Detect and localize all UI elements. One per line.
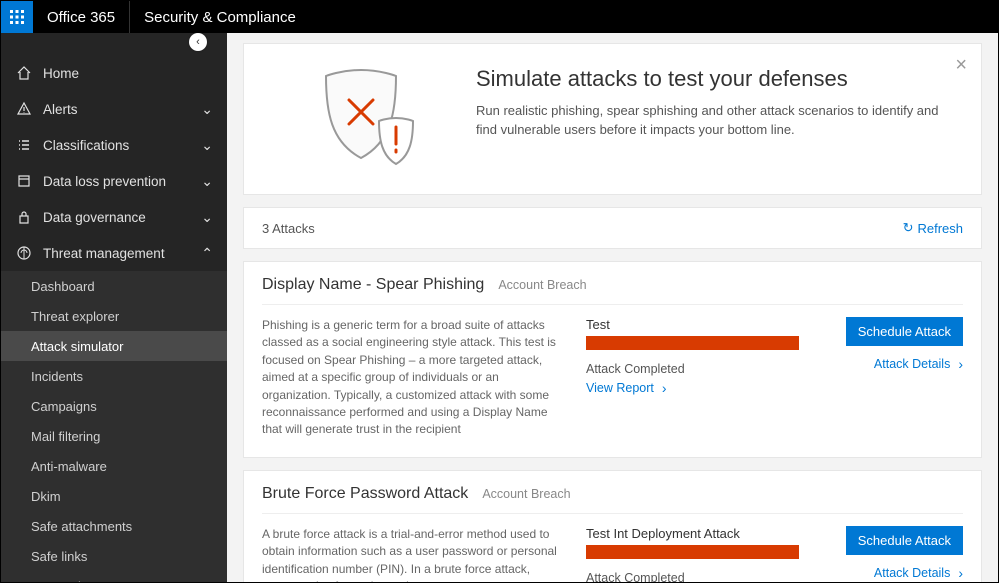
app-launcher-button[interactable] bbox=[1, 1, 33, 33]
sidebar-item-quarantine[interactable]: Quarantine bbox=[1, 571, 227, 582]
schedule-attack-button[interactable]: Schedule Attack bbox=[846, 526, 963, 555]
attack-count-label: 3 Attacks bbox=[262, 221, 315, 236]
sidebar-item-label: Safe attachments bbox=[31, 519, 132, 534]
sidebar-item-safe-attachments[interactable]: Safe attachments bbox=[1, 511, 227, 541]
chevron-down-icon: ⌄ bbox=[201, 101, 213, 118]
sidebar-item-data-governance[interactable]: Data governance ⌄ bbox=[1, 199, 227, 235]
attack-progress-bar bbox=[586, 336, 799, 350]
sidebar-item-safe-links[interactable]: Safe links bbox=[1, 541, 227, 571]
attack-description: Phishing is a generic term for a broad s… bbox=[262, 317, 562, 439]
waffle-icon bbox=[9, 9, 25, 25]
hero-illustration bbox=[266, 62, 466, 172]
sidebar-item-label: Data governance bbox=[43, 210, 146, 225]
sidebar-item-label: Attack simulator bbox=[31, 339, 123, 354]
sidebar-item-label: Threat management bbox=[43, 246, 165, 261]
brand-label[interactable]: Office 365 bbox=[33, 1, 130, 33]
sidebar-item-label: Mail filtering bbox=[31, 429, 100, 444]
sidebar-item-attack-simulator[interactable]: Attack simulator bbox=[1, 331, 227, 361]
sidebar-item-incidents[interactable]: Incidents bbox=[1, 361, 227, 391]
hero-banner: Simulate attacks to test your defenses R… bbox=[243, 43, 982, 195]
refresh-icon: ↻ bbox=[903, 220, 914, 236]
attack-status: Attack Completed bbox=[586, 362, 799, 376]
sidebar-item-mail-filtering[interactable]: Mail filtering bbox=[1, 421, 227, 451]
sidebar-item-label: Anti-malware bbox=[31, 459, 107, 474]
body: ‹ Home Alerts ⌄ Classifications ⌄ bbox=[1, 33, 998, 582]
sidebar-nav: Home Alerts ⌄ Classifications ⌄ Data los… bbox=[1, 51, 227, 582]
sidebar-item-label: Alerts bbox=[43, 102, 78, 117]
sidebar: ‹ Home Alerts ⌄ Classifications ⌄ bbox=[1, 33, 227, 582]
shield-icon bbox=[301, 62, 431, 172]
alert-icon bbox=[15, 101, 33, 117]
lock-icon bbox=[15, 209, 33, 225]
chevron-down-icon: ⌄ bbox=[201, 137, 213, 154]
attack-category: Account Breach bbox=[498, 278, 586, 292]
threat-icon bbox=[15, 245, 33, 261]
attack-title: Display Name - Spear Phishing bbox=[262, 276, 484, 294]
home-icon bbox=[15, 65, 33, 81]
attack-status: Attack Completed bbox=[586, 571, 799, 582]
attack-run-name: Test Int Deployment Attack bbox=[586, 526, 799, 541]
sidebar-item-label: Dkim bbox=[31, 489, 61, 504]
sidebar-item-threat-management[interactable]: Threat management ⌃ bbox=[1, 235, 227, 271]
attack-details-link[interactable]: Attack Details bbox=[874, 565, 963, 581]
attack-card: Brute Force Password Attack Account Brea… bbox=[243, 470, 982, 582]
schedule-attack-button[interactable]: Schedule Attack bbox=[846, 317, 963, 346]
sidebar-item-threat-explorer[interactable]: Threat explorer bbox=[1, 301, 227, 331]
sidebar-item-dkim[interactable]: Dkim bbox=[1, 481, 227, 511]
sidebar-item-label: Campaigns bbox=[31, 399, 97, 414]
view-report-link[interactable]: View Report bbox=[586, 380, 667, 396]
attack-run-name: Test bbox=[586, 317, 799, 332]
top-bar: Office 365 Security & Compliance bbox=[1, 1, 998, 33]
sidebar-item-label: Data loss prevention bbox=[43, 174, 166, 189]
sidebar-collapse-button[interactable]: ‹ bbox=[189, 33, 207, 51]
sidebar-item-campaigns[interactable]: Campaigns bbox=[1, 391, 227, 421]
sidebar-collapse-row: ‹ bbox=[1, 33, 227, 51]
attack-card: Display Name - Spear Phishing Account Br… bbox=[243, 261, 982, 458]
sidebar-item-label: Safe links bbox=[31, 549, 87, 564]
sidebar-item-alerts[interactable]: Alerts ⌄ bbox=[1, 91, 227, 127]
chevron-up-icon: ⌃ bbox=[201, 245, 213, 262]
sidebar-item-label: Classifications bbox=[43, 138, 129, 153]
sidebar-item-classifications[interactable]: Classifications ⌄ bbox=[1, 127, 227, 163]
attack-details-link[interactable]: Attack Details bbox=[874, 356, 963, 372]
attack-card-header: Brute Force Password Attack Account Brea… bbox=[262, 485, 963, 514]
attack-title: Brute Force Password Attack bbox=[262, 485, 468, 503]
hero-close-button[interactable]: × bbox=[955, 54, 967, 77]
attack-run-column: Test Attack Completed View Report bbox=[586, 317, 799, 439]
dlp-icon bbox=[15, 173, 33, 189]
sidebar-item-label: Incidents bbox=[31, 369, 83, 384]
suite-label[interactable]: Security & Compliance bbox=[130, 1, 310, 33]
attack-card-header: Display Name - Spear Phishing Account Br… bbox=[262, 276, 963, 305]
refresh-button[interactable]: ↻ Refresh bbox=[903, 220, 963, 236]
attack-actions: Schedule Attack Attack Details bbox=[823, 526, 963, 582]
sidebar-item-label: Dashboard bbox=[31, 279, 95, 294]
sidebar-item-home[interactable]: Home bbox=[1, 55, 227, 91]
hero-title: Simulate attacks to test your defenses bbox=[476, 66, 959, 92]
hero-body: Run realistic phishing, spear sphishing … bbox=[476, 102, 959, 140]
refresh-label: Refresh bbox=[917, 221, 963, 236]
attack-run-column: Test Int Deployment Attack Attack Comple… bbox=[586, 526, 799, 582]
sidebar-item-anti-malware[interactable]: Anti-malware bbox=[1, 451, 227, 481]
close-icon: × bbox=[955, 54, 967, 76]
sidebar-item-label: Quarantine bbox=[31, 579, 95, 583]
chevron-down-icon: ⌄ bbox=[201, 173, 213, 190]
attack-progress-bar bbox=[586, 545, 799, 559]
attack-category: Account Breach bbox=[482, 487, 570, 501]
sidebar-item-label: Home bbox=[43, 66, 79, 81]
count-bar: 3 Attacks ↻ Refresh bbox=[243, 207, 982, 249]
sidebar-item-dashboard[interactable]: Dashboard bbox=[1, 271, 227, 301]
app-root: Office 365 Security & Compliance ‹ Home … bbox=[0, 0, 999, 583]
chevron-down-icon: ⌄ bbox=[201, 209, 213, 226]
sidebar-item-dlp[interactable]: Data loss prevention ⌄ bbox=[1, 163, 227, 199]
attack-actions: Schedule Attack Attack Details bbox=[823, 317, 963, 439]
attack-description: A brute force attack is a trial-and-erro… bbox=[262, 526, 562, 582]
sidebar-item-label: Threat explorer bbox=[31, 309, 119, 324]
main-content: Simulate attacks to test your defenses R… bbox=[227, 33, 998, 582]
list-icon bbox=[15, 137, 33, 153]
